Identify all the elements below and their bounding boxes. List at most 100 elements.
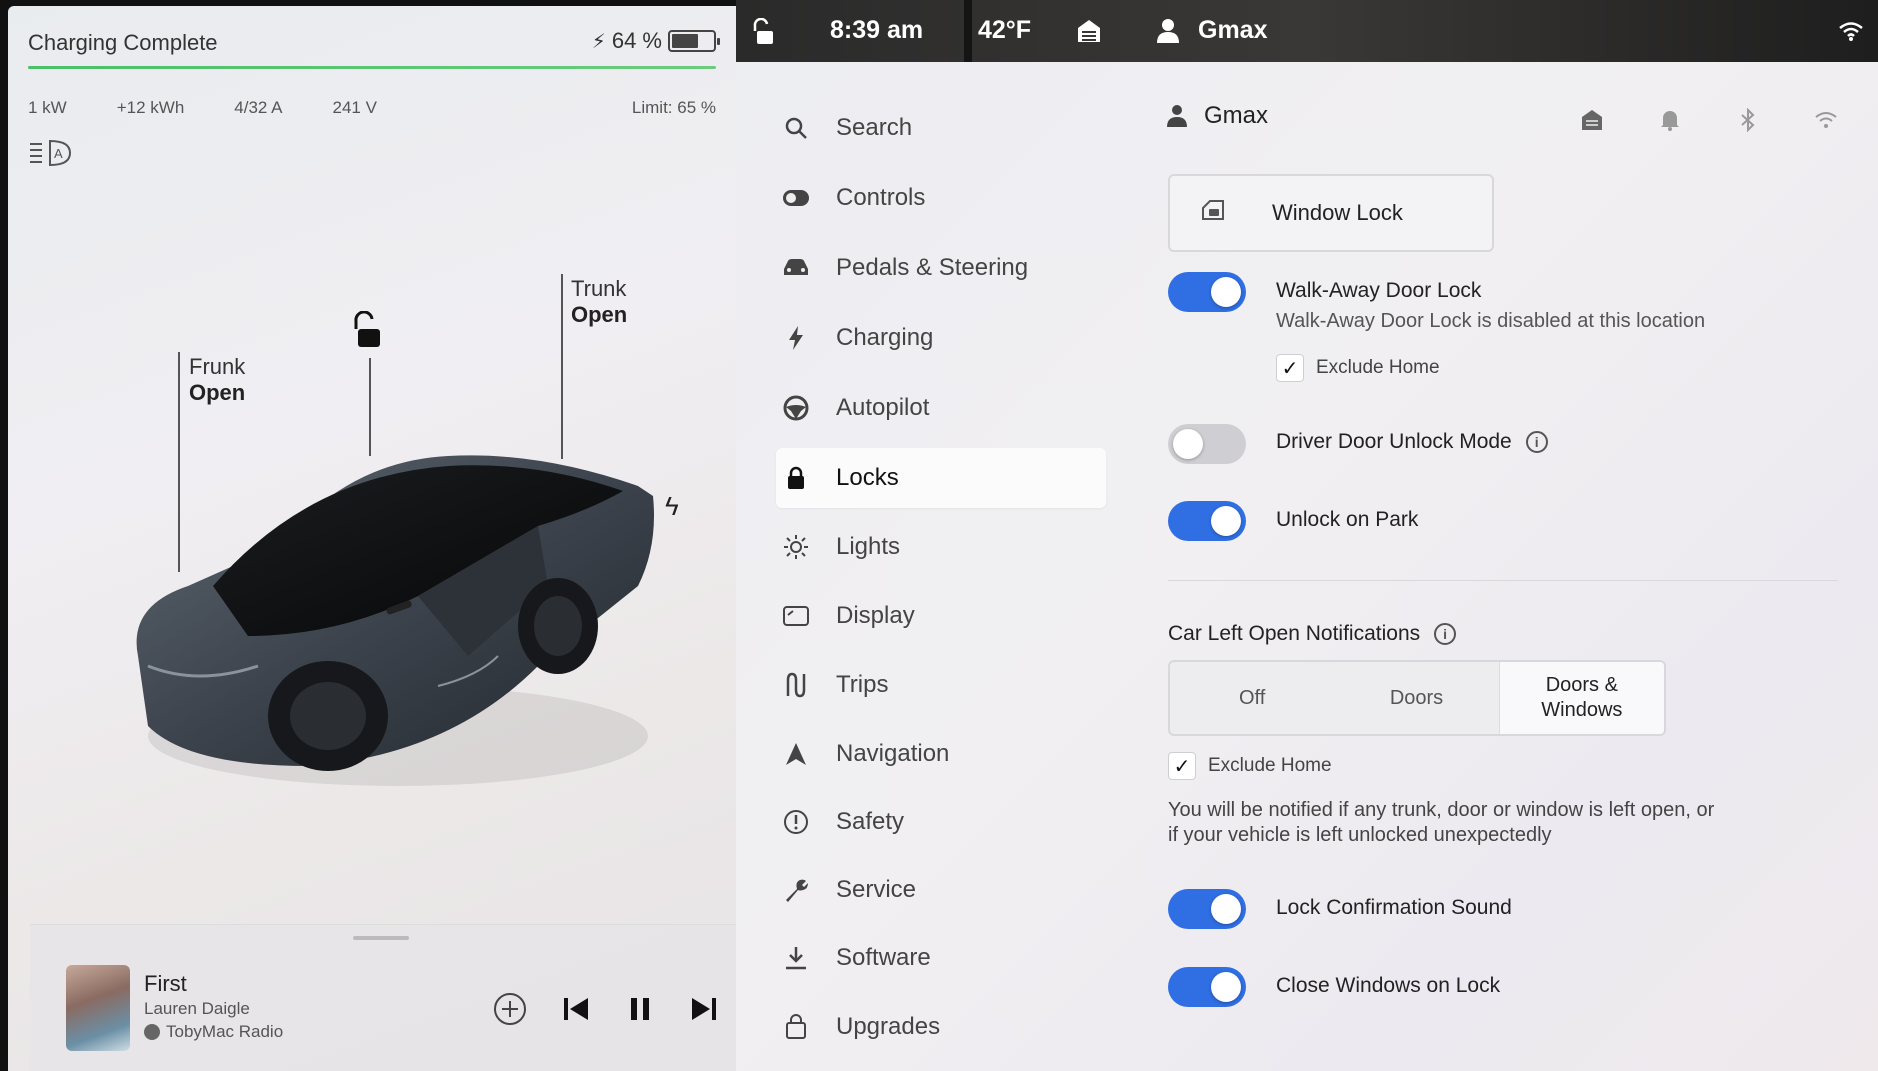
frunk-label: Frunk <box>189 354 246 379</box>
car-left-open-exclude-home-checkbox[interactable]: ✓ <box>1168 752 1196 780</box>
skip-forward-icon <box>692 998 716 1020</box>
add-favorite-button[interactable] <box>492 991 528 1027</box>
notifications-button[interactable] <box>1656 106 1684 134</box>
frunk-open-button[interactable]: Open <box>189 380 245 406</box>
charge-limit: Limit: 65 % <box>631 98 716 117</box>
unlock-status-icon[interactable] <box>750 18 776 46</box>
wifi-status-icon <box>1839 22 1863 41</box>
nav-trips[interactable]: Trips <box>776 655 1106 715</box>
nav-locks[interactable]: Locks <box>776 448 1106 508</box>
car-left-open-exclude-home-label: Exclude Home <box>1208 755 1332 776</box>
walk-away-exclude-home-checkbox[interactable]: ✓ <box>1276 354 1304 382</box>
nav-service[interactable]: Service <box>776 860 1106 920</box>
album-art[interactable] <box>66 965 130 1051</box>
nav-navigation[interactable]: Navigation <box>776 724 1106 784</box>
car-icon <box>784 259 808 275</box>
walk-away-door-lock-toggle[interactable] <box>1168 272 1246 312</box>
nav-controls-label: Controls <box>836 184 926 211</box>
nav-charging[interactable]: Charging <box>776 308 1106 368</box>
battery-indicator: ⚡ 64 % <box>591 28 720 54</box>
bluetooth-button[interactable] <box>1734 106 1762 134</box>
steering-wheel-icon <box>783 395 809 421</box>
homelink-button[interactable] <box>1578 106 1606 134</box>
notify-off-option[interactable]: Off <box>1170 662 1334 734</box>
nav-pedals-steering[interactable]: Pedals & Steering <box>776 238 1106 298</box>
nav-display[interactable]: Display <box>776 586 1106 646</box>
nav-navigation-label: Navigation <box>836 740 950 767</box>
charge-port-bolt-icon: ϟ <box>665 491 679 521</box>
nav-autopilot-label: Autopilot <box>836 394 930 421</box>
info-icon[interactable]: i <box>1525 431 1548 453</box>
charge-stats: 1 kW +12 kWh 4/32 A 241 V Limit: 65 % <box>28 98 716 118</box>
wrench-icon <box>786 879 808 902</box>
user-icon <box>1167 105 1187 127</box>
nav-autopilot[interactable]: Autopilot <box>776 378 1106 438</box>
window-lock-label: Window Lock <box>1272 200 1403 225</box>
bag-icon <box>786 1014 806 1039</box>
charging-status: Charging Complete <box>28 30 218 55</box>
trunk-open-button[interactable]: Open <box>571 302 627 328</box>
media-drag-handle[interactable] <box>353 936 409 940</box>
wifi-icon <box>1815 112 1837 128</box>
nav-upgrades[interactable]: Upgrades <box>776 997 1106 1057</box>
walk-away-door-lock-label: Walk-Away Door Lock <box>1276 279 1482 302</box>
nav-search[interactable]: Search <box>776 98 1106 158</box>
nav-lights[interactable]: Lights <box>776 517 1106 577</box>
charge-voltage: 241 V <box>332 98 377 117</box>
driver-door-unlock-toggle[interactable] <box>1168 424 1246 464</box>
unlock-on-park-toggle[interactable] <box>1168 501 1246 541</box>
notify-doors-windows-option[interactable]: Doors & Windows <box>1498 662 1664 734</box>
nav-safety[interactable]: Safety <box>776 792 1106 852</box>
car-3d-image <box>136 455 655 786</box>
media-player: First Lauren Daigle TobyMac Radio <box>30 924 736 1071</box>
pause-button[interactable] <box>622 991 658 1027</box>
wifi-button[interactable] <box>1812 106 1840 134</box>
toggle-knob <box>1211 506 1241 536</box>
driver-profile-icon[interactable] <box>1156 18 1180 44</box>
notify-doors-option[interactable]: Doors <box>1334 662 1498 734</box>
driver-name[interactable]: Gmax <box>1198 16 1267 45</box>
auto-headlights-icon[interactable]: A <box>28 138 72 168</box>
unlocked-icon[interactable] <box>348 311 384 351</box>
bluetooth-icon <box>1741 108 1755 132</box>
lock-confirmation-sound-label: Lock Confirmation Sound <box>1276 896 1512 919</box>
homelink-icon[interactable] <box>1076 18 1102 44</box>
nav-search-label: Search <box>836 114 913 141</box>
lock-confirmation-sound-toggle[interactable] <box>1168 889 1246 929</box>
walk-away-disabled-notice: Walk-Away Door Lock is disabled at this … <box>1276 310 1706 332</box>
section-divider <box>1168 580 1838 581</box>
toggle-knob <box>1211 277 1241 307</box>
nav-software[interactable]: Software <box>776 928 1106 988</box>
previous-track-button[interactable] <box>558 991 594 1027</box>
window-lock-button[interactable]: Window Lock <box>1168 174 1494 252</box>
frunk-callout[interactable]: Frunk Open <box>189 354 245 406</box>
pause-icon <box>631 998 649 1020</box>
close-windows-on-lock-toggle[interactable] <box>1168 967 1246 1007</box>
toggle-icon <box>783 190 809 206</box>
car-left-open-label: Car Left Open Notifications <box>1168 622 1421 645</box>
unlock-on-park-label: Unlock on Park <box>1276 508 1419 531</box>
trunk-callout-line <box>561 274 563 459</box>
profile-row[interactable]: Gmax <box>1166 102 1268 130</box>
nav-controls[interactable]: Controls <box>776 168 1106 228</box>
toggle-knob <box>1211 894 1241 924</box>
car-left-open-notice: You will be notified if any trunk, door … <box>1168 799 1715 846</box>
song-station: TobyMac Radio <box>144 1022 283 1042</box>
settings-panel: Search Controls Pedals & Steering Chargi… <box>736 62 1878 1071</box>
driver-door-unlock-label: Driver Door Unlock Mode <box>1276 430 1512 453</box>
station-name: TobyMac Radio <box>166 1022 284 1041</box>
toggle-knob <box>1211 972 1241 1002</box>
charge-progress-bar <box>28 66 716 69</box>
search-icon <box>785 117 807 139</box>
radio-icon <box>144 1024 160 1040</box>
charging-bolt-icon: ⚡ <box>591 30 606 53</box>
charge-current: 4/32 A <box>234 98 283 117</box>
trunk-callout[interactable]: Trunk Open <box>571 276 627 328</box>
next-track-button[interactable] <box>686 991 722 1027</box>
nav-upgrades-label: Upgrades <box>836 1013 941 1040</box>
nav-lights-label: Lights <box>836 533 901 560</box>
info-icon[interactable]: i <box>1434 623 1457 645</box>
outside-temperature: 42°F <box>978 16 1032 44</box>
lock-icon <box>788 466 804 489</box>
nav-safety-label: Safety <box>836 808 905 835</box>
